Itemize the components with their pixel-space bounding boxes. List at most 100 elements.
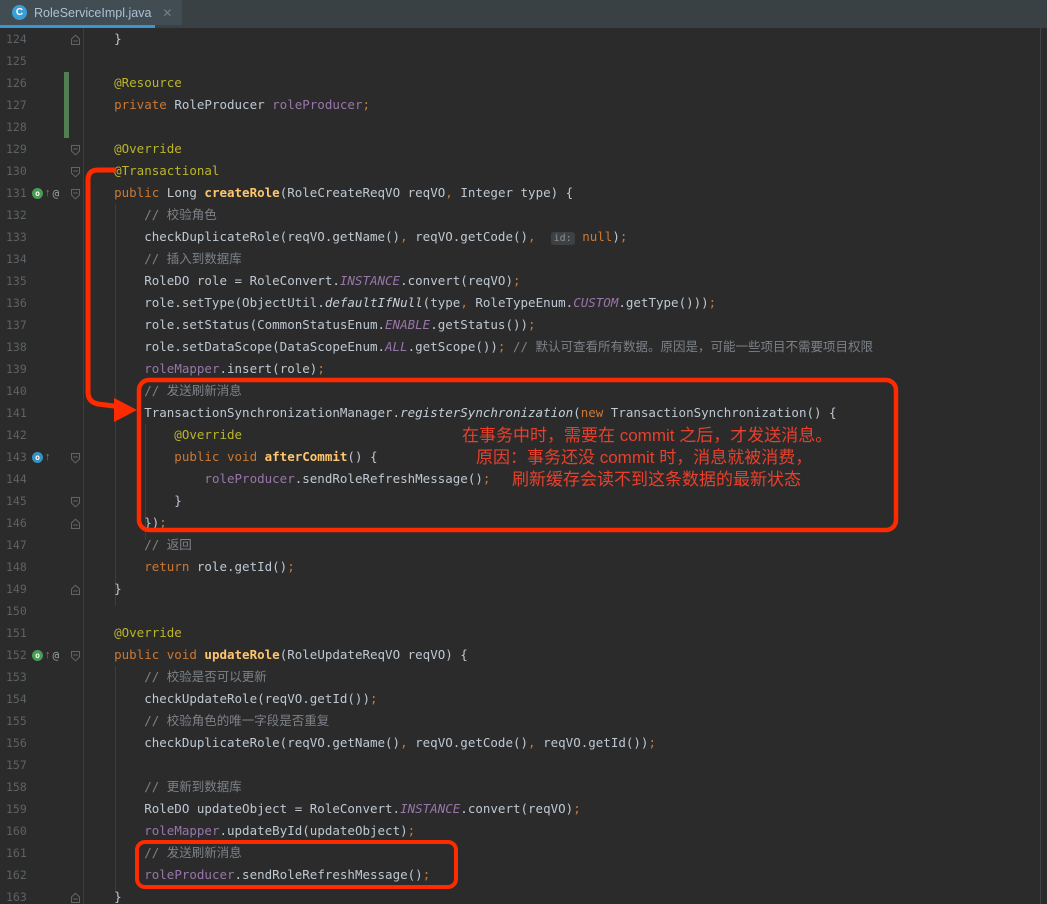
code-line: 153 // 校验是否可以更新: [0, 666, 1047, 688]
code-token: ,: [528, 735, 536, 750]
code-token: @Resource: [84, 75, 182, 90]
code-editor[interactable]: 124 }125126 @Resource127 private RolePro…: [0, 28, 1047, 904]
code-line: 131o↑@ public Long createRole(RoleCreate…: [0, 182, 1047, 204]
code-token: createRole: [204, 185, 279, 200]
code-line: 157: [0, 754, 1047, 776]
code-text[interactable]: // 更新到数据库: [0, 776, 242, 798]
code-text[interactable]: roleMapper.insert(role);: [0, 358, 325, 380]
code-text[interactable]: role.setType(ObjectUtil.defaultIfNull(ty…: [0, 292, 716, 314]
code-line: 137 role.setStatus(CommonStatusEnum.ENAB…: [0, 314, 1047, 336]
code-line: 140 // 发送刷新消息: [0, 380, 1047, 402]
code-token: .convert(reqVO): [460, 801, 573, 816]
code-token: ;: [648, 735, 656, 750]
code-text[interactable]: public void updateRole(RoleUpdateReqVO r…: [0, 644, 468, 666]
code-token: @Override: [84, 427, 242, 442]
code-token: [257, 449, 265, 464]
code-line: 160 roleMapper.updateById(updateObject);: [0, 820, 1047, 842]
code-text[interactable]: checkUpdateRole(reqVO.getId());: [0, 688, 378, 710]
code-token: @Transactional: [84, 163, 219, 178]
code-line: 132 // 校验角色: [0, 204, 1047, 226]
code-text[interactable]: return role.getId();: [0, 556, 295, 578]
code-text[interactable]: // 返回: [0, 534, 192, 556]
code-token: // 更新到数据库: [84, 779, 242, 794]
code-text[interactable]: @Override: [0, 424, 242, 446]
code-token: ;: [573, 801, 581, 816]
code-token: role.getId(): [189, 559, 287, 574]
code-line: 127 private RoleProducer roleProducer;: [0, 94, 1047, 116]
ide-window: C RoleServiceImpl.java ✕ 124 }125126 @Re…: [0, 0, 1047, 904]
code-text[interactable]: // 发送刷新消息: [0, 842, 242, 864]
code-text[interactable]: }: [0, 28, 122, 50]
code-token: private: [84, 97, 167, 112]
code-token: checkUpdateRole(reqVO.getId()): [84, 691, 370, 706]
code-token: CUSTOM: [573, 295, 618, 310]
code-token: // 校验角色: [84, 207, 217, 222]
editor-tab-bar: C RoleServiceImpl.java ✕: [0, 0, 1047, 28]
code-line: 159 RoleDO updateObject = RoleConvert.IN…: [0, 798, 1047, 820]
code-token: reqVO.getCode(): [408, 735, 528, 750]
code-text[interactable]: public void afterCommit() {: [0, 446, 378, 468]
code-line: 155 // 校验角色的唯一字段是否重复: [0, 710, 1047, 732]
code-text[interactable]: // 插入到数据库: [0, 248, 242, 270]
line-number[interactable]: 125: [6, 50, 46, 72]
code-token: ;: [620, 229, 628, 244]
line-number[interactable]: 157: [6, 754, 46, 776]
line-number[interactable]: 128: [6, 116, 46, 138]
code-text[interactable]: public Long createRole(RoleCreateReqVO r…: [0, 182, 573, 204]
code-token: // 返回: [84, 537, 192, 552]
code-text[interactable]: @Override: [0, 138, 182, 160]
code-text[interactable]: role.setStatus(CommonStatusEnum.ENABLE.g…: [0, 314, 536, 336]
java-class-icon: C: [12, 5, 27, 20]
code-text[interactable]: // 发送刷新消息: [0, 380, 242, 402]
code-token: id:: [551, 232, 575, 245]
code-token: .getType())): [618, 295, 708, 310]
code-token: role.setStatus(CommonStatusEnum.: [84, 317, 385, 332]
code-token: [84, 471, 204, 486]
code-text[interactable]: checkDuplicateRole(reqVO.getName(), reqV…: [0, 226, 627, 250]
code-token: ;: [423, 867, 431, 882]
code-token: .convert(reqVO): [400, 273, 513, 288]
code-token: roleProducer: [272, 97, 362, 112]
code-text[interactable]: RoleDO updateObject = RoleConvert.INSTAN…: [0, 798, 581, 820]
code-text[interactable]: checkDuplicateRole(reqVO.getName(), reqV…: [0, 732, 656, 754]
code-token: roleMapper: [144, 361, 219, 376]
code-text[interactable]: role.setDataScope(DataScopeEnum.ALL.getS…: [0, 336, 873, 358]
code-text[interactable]: }: [0, 578, 122, 600]
code-text[interactable]: }: [0, 490, 182, 512]
code-token: ,: [400, 229, 408, 244]
vertical-scrollbar[interactable]: [1040, 28, 1047, 904]
code-token: ;: [362, 97, 370, 112]
code-token: }): [84, 515, 159, 530]
code-token: .getScope()): [408, 339, 498, 354]
code-token: TransactionSynchronization() {: [603, 405, 836, 420]
code-text[interactable]: @Transactional: [0, 160, 219, 182]
line-number[interactable]: 150: [6, 600, 46, 622]
code-text[interactable]: roleProducer.sendRoleRefreshMessage();: [0, 864, 430, 886]
code-text[interactable]: private RoleProducer roleProducer;: [0, 94, 370, 116]
code-line: 138 role.setDataScope(DataScopeEnum.ALL.…: [0, 336, 1047, 358]
code-text[interactable]: // 校验角色的唯一字段是否重复: [0, 710, 329, 732]
code-text[interactable]: // 校验角色: [0, 204, 217, 226]
code-line: 134 // 插入到数据库: [0, 248, 1047, 270]
code-token: ,: [400, 735, 408, 750]
code-text[interactable]: @Resource: [0, 72, 182, 94]
code-text[interactable]: @Override: [0, 622, 182, 644]
code-token: defaultIfNull: [325, 295, 423, 310]
code-text[interactable]: // 校验是否可以更新: [0, 666, 267, 688]
code-text[interactable]: roleMapper.updateById(updateObject);: [0, 820, 415, 842]
code-text[interactable]: TransactionSynchronizationManager.regist…: [0, 402, 837, 424]
code-token: .insert(role): [219, 361, 317, 376]
code-text[interactable]: }: [0, 886, 122, 904]
code-token: // 校验是否可以更新: [84, 669, 267, 684]
code-token: (RoleUpdateReqVO reqVO) {: [280, 647, 468, 662]
code-line: 135 RoleDO role = RoleConvert.INSTANCE.c…: [0, 270, 1047, 292]
code-token: ;: [483, 471, 491, 486]
tab-roleserviceimpl-java[interactable]: C RoleServiceImpl.java ✕: [0, 0, 182, 25]
code-token: reqVO.getId()): [536, 735, 649, 750]
code-text[interactable]: roleProducer.sendRoleRefreshMessage();: [0, 468, 490, 490]
code-line: 128: [0, 116, 1047, 138]
code-token: ;: [317, 361, 325, 376]
code-token: role.setDataScope(DataScopeEnum.: [84, 339, 385, 354]
code-text[interactable]: RoleDO role = RoleConvert.INSTANCE.conve…: [0, 270, 521, 292]
close-icon[interactable]: ✕: [162, 6, 172, 20]
